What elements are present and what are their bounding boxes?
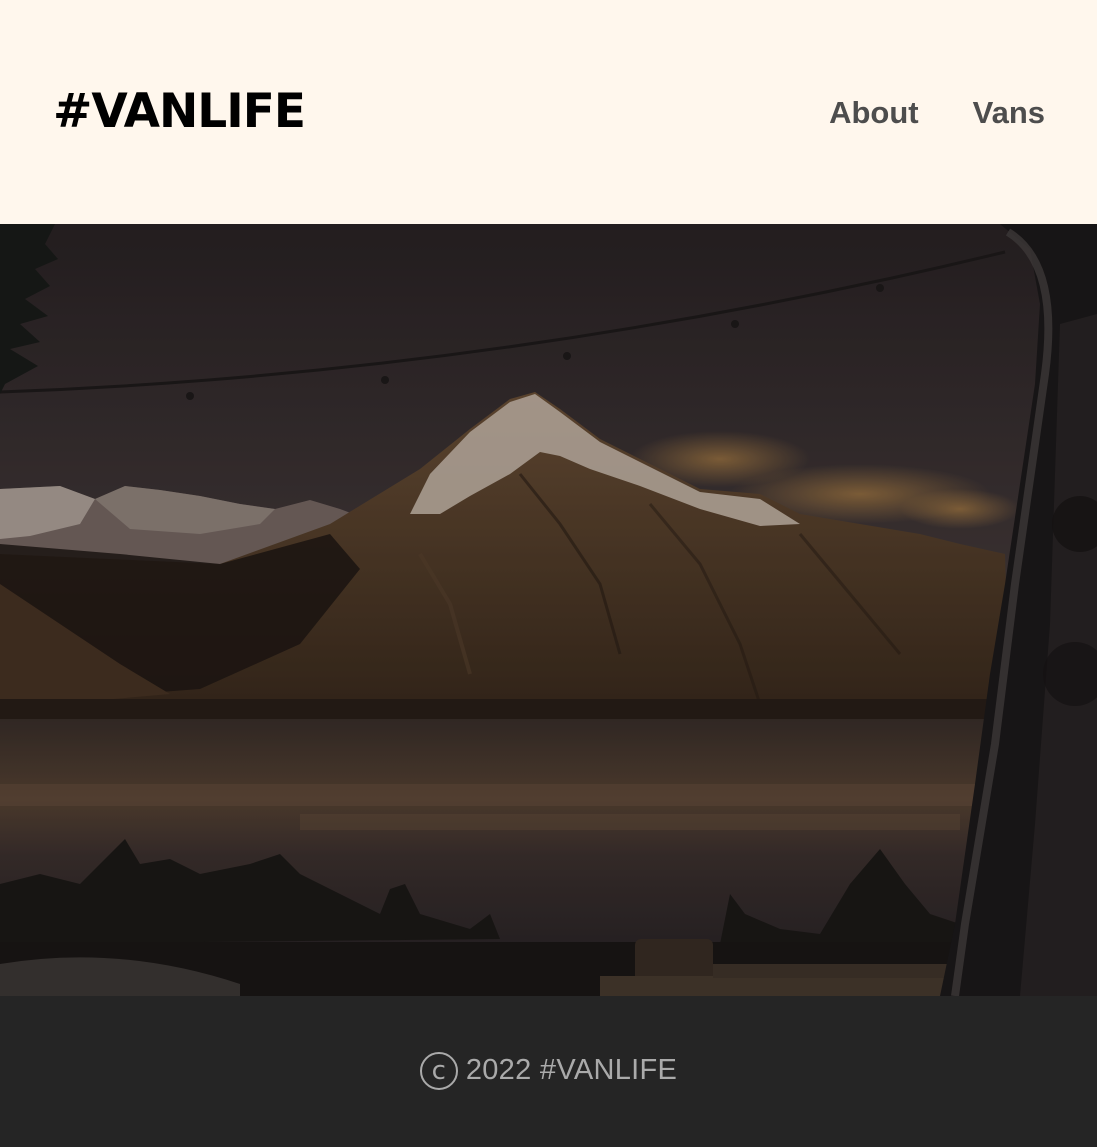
footer-text: 2022 #VANLIFE bbox=[465, 1054, 678, 1086]
copyright-icon: c bbox=[419, 1051, 458, 1090]
site-header: #VANLIFE About Vans bbox=[0, 0, 1097, 224]
main-nav: About Vans bbox=[829, 94, 1045, 132]
nav-link-vans[interactable]: Vans bbox=[973, 94, 1045, 132]
site-footer: c 2022 #VANLIFE bbox=[0, 996, 1097, 1147]
hero-image bbox=[0, 224, 1097, 996]
site-logo[interactable]: #VANLIFE bbox=[53, 84, 306, 140]
nav-link-about[interactable]: About bbox=[829, 94, 919, 132]
footer-copyright: c 2022 #VANLIFE bbox=[419, 1051, 678, 1090]
mountain-lake-photo bbox=[0, 224, 1097, 996]
